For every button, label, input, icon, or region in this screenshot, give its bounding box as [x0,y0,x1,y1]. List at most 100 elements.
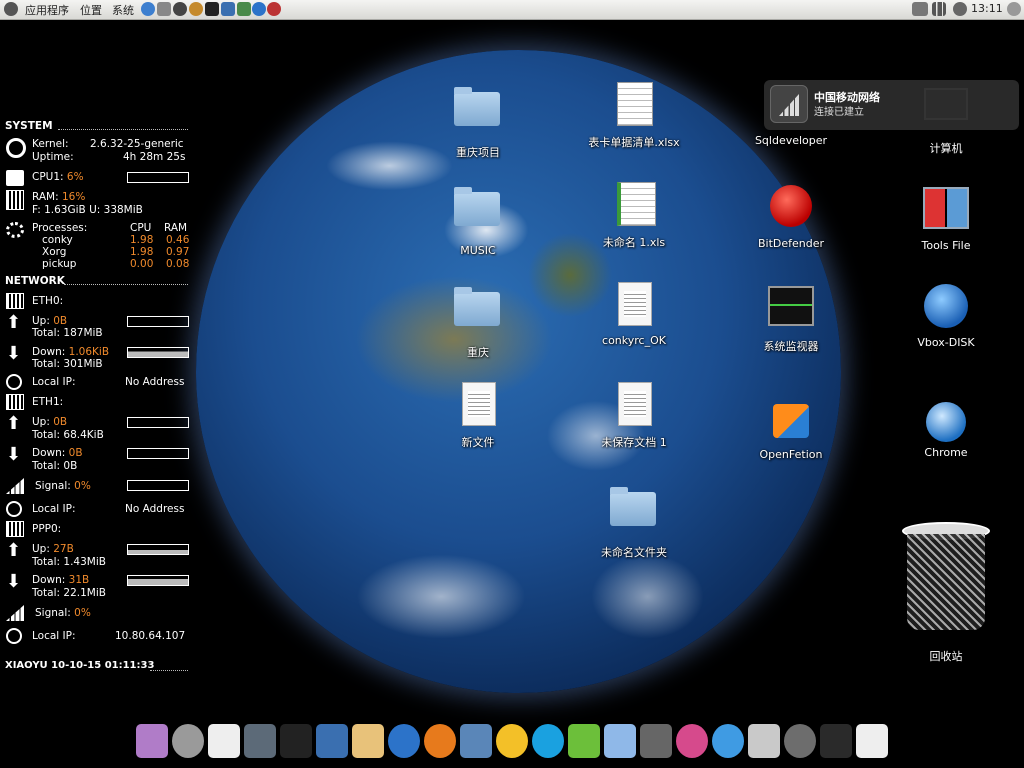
desktop-icon-chongqing-project[interactable]: 重庆项目 [430,82,526,160]
feather-icon[interactable] [856,724,888,758]
desktop-icon-new-file[interactable]: 新文件 [430,382,526,450]
feet-icon[interactable] [604,724,636,758]
dock [136,724,888,764]
text-file-icon [610,382,658,430]
laptop-icon[interactable] [640,724,672,758]
stamp-icon[interactable] [352,724,384,758]
gnome-foot-icon[interactable] [4,2,18,16]
web-launcher-icon[interactable] [252,2,266,16]
text-file-icon [610,282,658,330]
trash-icon [900,522,992,640]
power-icon[interactable] [1007,2,1021,16]
ram-icon [6,190,24,210]
eth0-up-graph [127,316,189,327]
system-monitor-icon [767,286,815,334]
monitor-icon[interactable] [244,724,276,758]
upload-arrow-icon: ⬆ [6,312,22,333]
globe-launcher-icon[interactable] [141,2,155,16]
ram-value: 16% [62,191,86,203]
signal-strength-icon [770,85,808,123]
skype-icon[interactable] [532,724,564,758]
cpu-graph [127,172,189,183]
footprint-launcher-icon[interactable] [173,2,187,16]
desktop-icon-vbox-disk[interactable]: Vbox-DISK [898,282,994,349]
download-arrow-icon: ⬇ [6,571,22,592]
desktop-icon-conkyrc[interactable]: conkyrc_OK [586,282,682,347]
folder-icon [610,487,658,540]
eth0-card-icon [6,293,24,309]
network-signal-icon[interactable] [932,2,946,16]
notebook-icon[interactable] [820,724,852,758]
terminal-launcher-icon[interactable] [205,2,219,16]
keyboard-icon[interactable] [912,2,928,16]
network-notification[interactable]: 中国移动网络 连接已建立 [764,80,1019,130]
globe-icon [6,374,22,390]
terminal-icon[interactable] [280,724,312,758]
desktop-icon-chrome[interactable]: Chrome [898,402,994,459]
network-section-title: NETWORK [5,275,65,287]
network-launcher-icon[interactable] [157,2,171,16]
cpu-icon [6,170,24,186]
desktop-icon-system-monitor[interactable]: 系统监视器 [743,282,839,354]
virtualbox-launcher-icon[interactable] [221,2,235,16]
bird-icon[interactable] [568,724,600,758]
ubuntu-icon [6,138,26,158]
clock[interactable]: 13:11 [971,2,1003,15]
search-icon[interactable] [784,724,816,758]
clock-launcher-icon[interactable] [189,2,203,16]
scissors-launcher-icon[interactable] [267,2,281,16]
desktop-icon-music[interactable]: MUSIC [430,182,526,257]
desktop-icon-openfetion[interactable]: OpenFetion [743,402,839,461]
signal-bars-icon [6,478,24,494]
download-arrow-icon: ⬇ [6,444,22,465]
ppp0-up-graph [127,544,189,555]
desktop-icon-trash[interactable]: 回收站 [898,522,994,664]
globe-icon [6,501,22,517]
system-monitor-launcher-icon[interactable] [237,2,251,16]
system-section-title: SYSTEM [5,120,53,132]
desktop-icon-xlsx-list[interactable]: 表卡单据清单.xlsx [586,82,682,150]
mail-icon[interactable] [460,724,492,758]
eth1-up-graph [127,417,189,428]
desktop-icon-bitdefender[interactable]: BitDefender [743,182,839,250]
footprint-icon[interactable] [208,724,240,758]
globe-icon[interactable] [388,724,420,758]
eth0-down-graph [127,347,189,358]
bitdefender-icon [767,185,815,233]
virtualbox-icon[interactable] [316,724,348,758]
firefox-icon[interactable] [424,724,456,758]
eth1-signal-bar [127,480,189,491]
spreadsheet-icon [610,182,658,230]
windows-logo-icon [922,284,970,332]
ppp0-card-icon [6,521,24,537]
chrome-globe-icon [922,402,970,442]
eth1-card-icon [6,394,24,410]
spreadsheet-icon [610,82,658,130]
menu-places[interactable]: 位置 [80,2,102,18]
tools-file-icon [922,187,970,235]
qq-icon[interactable] [496,724,528,758]
download-arrow-icon: ⬇ [6,343,22,364]
power-icon[interactable] [172,724,204,758]
mail-indicator-icon[interactable] [953,2,967,16]
upload-arrow-icon: ⬆ [6,413,22,434]
desktop-icon-untitled-folder[interactable]: 未命名文件夹 [586,482,682,560]
folder-icon [454,87,502,140]
desktop-icon-chongqing[interactable]: 重庆 [430,282,526,360]
top-panel: 应用程序 位置 系统 13:11 [0,0,1024,20]
desktop-icon-unsaved-doc[interactable]: 未保存文档 1 [586,382,682,450]
ppp0-down-graph [127,575,189,586]
eth1-down-graph [127,448,189,459]
menu-system[interactable]: 系统 [112,2,134,18]
gears-icon [6,222,24,238]
itunes-icon[interactable] [712,724,744,758]
bank-icon[interactable] [748,724,780,758]
photo-icon[interactable] [136,724,168,758]
music-icon[interactable] [676,724,708,758]
desktop-icon-untitled-xls[interactable]: 未命名 1.xls [586,182,682,250]
notification-body: 连接已建立 [814,107,864,118]
cpu-value: 6% [66,171,84,183]
globe-icon [6,628,22,644]
menu-applications[interactable]: 应用程序 [25,2,69,18]
desktop-icon-tools-file[interactable]: Tools File [898,182,994,252]
